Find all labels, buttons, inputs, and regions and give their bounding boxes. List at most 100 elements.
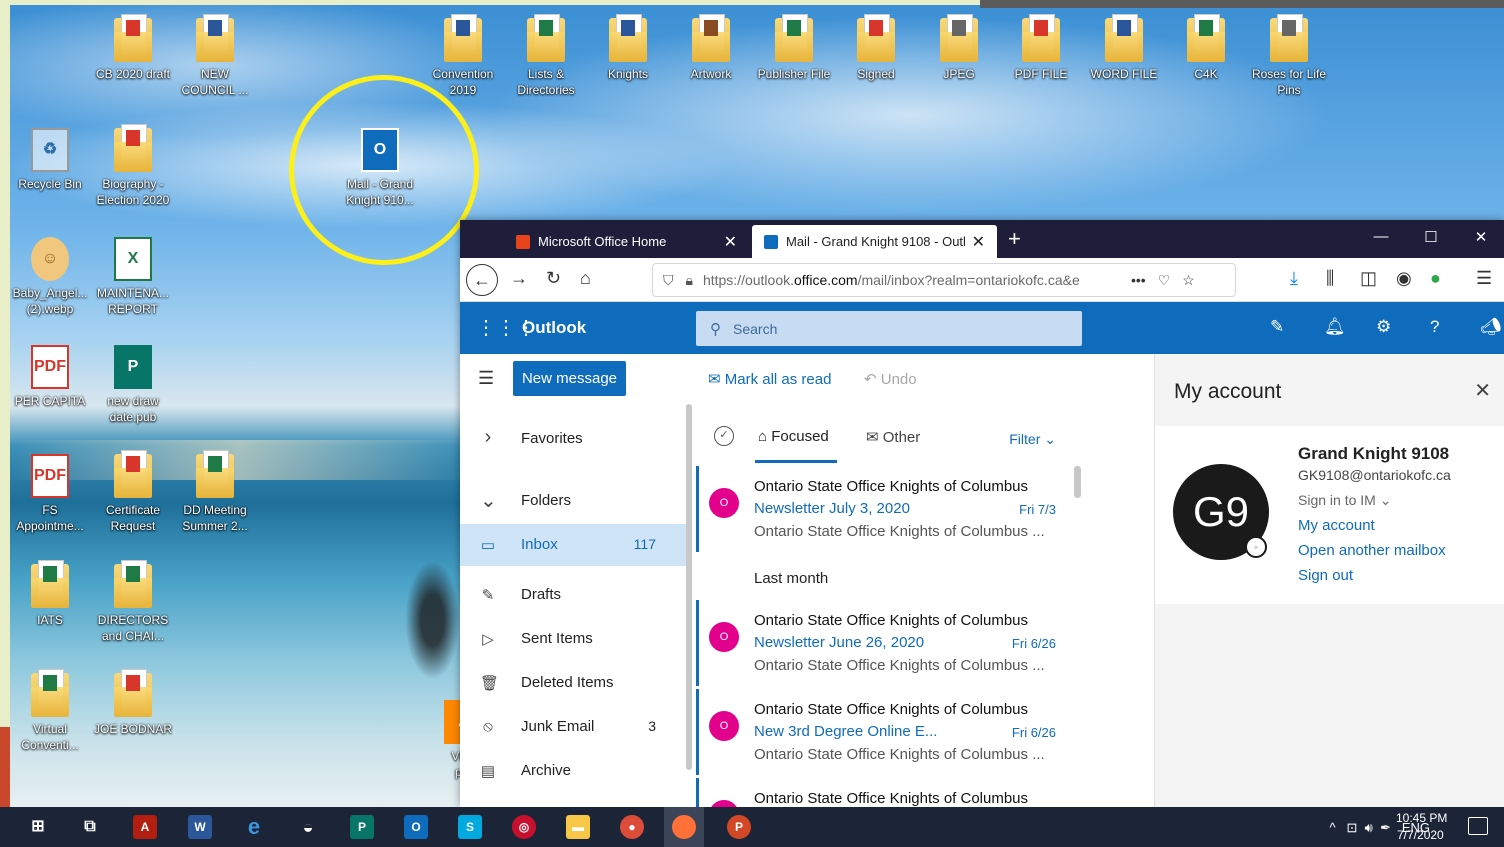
bookmark-star-icon[interactable]: ☆	[1182, 272, 1195, 289]
desktop-icon[interactable]: Artwork	[668, 14, 754, 82]
pocket-icon[interactable]: ♡	[1158, 272, 1171, 289]
desktop-icon[interactable]: CB 2020 draft	[90, 14, 176, 82]
message-item[interactable]: O Ontario State Office Knights of Columbu…	[696, 466, 1076, 552]
my-account-link[interactable]: My account	[1298, 517, 1375, 534]
desktop-icon[interactable]: Pnew draw date.pub	[90, 345, 176, 425]
undo-button[interactable]: ↶ Undo	[864, 370, 917, 388]
desktop-icon[interactable]: DD Meeting Summer 2...	[172, 450, 258, 534]
folder-item[interactable]: ✎ Drafts	[460, 574, 686, 616]
folder-item[interactable]: 🗑︎ Deleted Items	[460, 662, 686, 704]
filter-button[interactable]: Filter ⌄	[1009, 431, 1056, 448]
desktop-icon[interactable]: Publisher File	[751, 14, 837, 82]
desktop-icon[interactable]: Convention 2019	[420, 14, 506, 98]
folder-pane-scrollbar[interactable]	[686, 404, 692, 770]
desktop-icon[interactable]: PDF FS Appointme...	[7, 454, 93, 534]
maximize-button[interactable]: ☐	[1416, 228, 1446, 246]
outlook-taskbar-icon[interactable]: O	[404, 815, 428, 839]
chrome-icon[interactable]: ●	[620, 815, 644, 839]
minimize-button[interactable]: —	[1366, 228, 1396, 245]
mark-all-read-button[interactable]: ✉ Mark all as read	[708, 370, 831, 388]
volume-icon[interactable]: 🔊︎	[1365, 820, 1373, 835]
feedback-icon[interactable]: 📣︎	[1480, 317, 1502, 337]
bell-icon[interactable]: 🔔︎	[1324, 317, 1346, 337]
desktop-icon[interactable]: NEW COUNCIL ...	[172, 14, 258, 98]
folder-item[interactable]: ⦸ Junk Email 3	[460, 706, 686, 748]
search-input[interactable]: ⚲ Search	[696, 311, 1082, 346]
hamburger-icon[interactable]: ☰	[478, 368, 494, 389]
sidebar-icon[interactable]: ◫	[1360, 268, 1377, 289]
network-icon[interactable]: ⊡	[1347, 820, 1358, 835]
close-window-button[interactable]: ✕	[1466, 228, 1496, 246]
folder-item[interactable]: ▷ Sent Items	[460, 618, 686, 660]
notification-icon[interactable]	[1468, 817, 1488, 835]
tracking-shield-icon[interactable]: ⛉	[663, 272, 674, 289]
page-actions-icon[interactable]: •••	[1131, 272, 1146, 288]
firefox-icon-active[interactable]	[664, 807, 704, 847]
desktop-icon[interactable]: IATS	[7, 560, 93, 628]
close-tab-icon[interactable]: ✕	[972, 232, 985, 252]
reload-button[interactable]: ↻	[546, 268, 561, 289]
downloads-icon[interactable]: ⤓	[1290, 268, 1298, 289]
gear-icon[interactable]: ⚙	[1376, 317, 1391, 337]
powerpoint-icon[interactable]: P	[727, 815, 751, 839]
desktop-icon[interactable]: ♻ Recycle Bin	[7, 128, 93, 192]
sign-out-link[interactable]: Sign out	[1298, 567, 1353, 584]
message-item[interactable]: O Ontario State Office Knights of Columbu…	[696, 600, 1076, 686]
windows-start-icon[interactable]: ⊞	[26, 815, 50, 839]
close-tab-icon[interactable]: ✕	[724, 232, 737, 252]
folder-item[interactable]: ⌄ Folders	[460, 480, 686, 522]
help-icon[interactable]: ?	[1430, 317, 1439, 337]
tab-focused[interactable]: ⌂ Focused	[758, 428, 829, 445]
file-explorer-icon[interactable]: ▬	[566, 815, 590, 839]
app-name[interactable]: Outlook	[522, 318, 586, 338]
desktop-icon[interactable]: WORD FILE	[1081, 14, 1167, 82]
desktop-icon[interactable]: Biography - Election 2020	[90, 124, 176, 208]
tab-office-home[interactable]: Microsoft Office Home ✕	[504, 225, 749, 258]
im-status-dropdown[interactable]: Sign in to IM ⌄	[1298, 492, 1391, 509]
lock-icon[interactable]: 🔒︎	[686, 272, 693, 289]
open-mailbox-link[interactable]: Open another mailbox	[1298, 542, 1446, 559]
close-icon[interactable]: ✕	[1474, 378, 1491, 403]
desktop-icon[interactable]: Certificate Request	[90, 450, 176, 534]
clock-date[interactable]: 7/7/2020	[1397, 828, 1444, 842]
menu-icon[interactable]: ☰	[1476, 268, 1492, 289]
desktop-icon[interactable]: DIRECTORS and CHAI...	[90, 560, 176, 644]
url-bar[interactable]: ⛉ 🔒︎ https://outlook.office.com/mail/inb…	[652, 263, 1236, 297]
folder-item[interactable]: ▤ Archive	[460, 750, 686, 792]
extension-check-icon[interactable]: ●	[1430, 268, 1441, 289]
skype-icon[interactable]: S	[458, 815, 482, 839]
clock-time[interactable]: 10:45 PM	[1396, 811, 1447, 825]
desktop-icon[interactable]: Knights	[585, 14, 671, 82]
desktop-icon[interactable]: ☺ Baby_Angel... (2).webp	[7, 237, 93, 317]
desktop-icon[interactable]: C4K	[1163, 14, 1249, 82]
account-icon[interactable]: ◉	[1396, 268, 1412, 289]
desktop-icon[interactable]: JOE BODNAR	[90, 669, 176, 737]
app-red-icon[interactable]: ◎	[512, 815, 536, 839]
message-item[interactable]: O Ontario State Office Knights of Columbu…	[696, 689, 1076, 775]
desktop-icon[interactable]: PDF FILE	[998, 14, 1084, 82]
folder-item[interactable]: ▭ Inbox 117	[460, 524, 686, 566]
desktop-icon[interactable]: Signed	[833, 14, 919, 82]
edge-icon[interactable]: e	[242, 815, 266, 839]
select-all-checkbox[interactable]: ✓	[714, 426, 734, 446]
new-message-button[interactable]: New message	[513, 361, 626, 396]
task-view-icon[interactable]: ⧉	[78, 815, 102, 839]
desktop-icon[interactable]: JPEG	[916, 14, 1002, 82]
desktop-icon[interactable]: PDF PER CAPITA	[7, 345, 93, 409]
forward-button[interactable]: →	[510, 268, 528, 289]
tab-other[interactable]: ✉ Other	[866, 428, 920, 446]
onedrive-photos-icon[interactable]: ◒	[296, 815, 320, 839]
tray-overflow-icon[interactable]: ^	[1330, 820, 1336, 835]
desktop-icon[interactable]: Roses for Life Pins	[1246, 14, 1332, 98]
acrobat-icon[interactable]: A	[133, 815, 157, 839]
my-day-icon[interactable]: ✎	[1270, 317, 1284, 337]
new-tab-button[interactable]: +	[1008, 226, 1021, 252]
pen-icon[interactable]: ✒	[1380, 820, 1391, 835]
folder-item[interactable]: › Favorites	[460, 418, 686, 460]
message-item[interactable]: O Ontario State Office Knights of Columbu…	[696, 778, 1076, 807]
desktop-icon[interactable]: Lists & Directories	[503, 14, 589, 98]
library-icon[interactable]: ⫼	[1326, 268, 1334, 289]
back-button[interactable]: ←	[466, 264, 498, 296]
desktop-icon[interactable]: X MAINTENA... REPORT	[90, 237, 176, 317]
word-icon[interactable]: W	[188, 815, 212, 839]
